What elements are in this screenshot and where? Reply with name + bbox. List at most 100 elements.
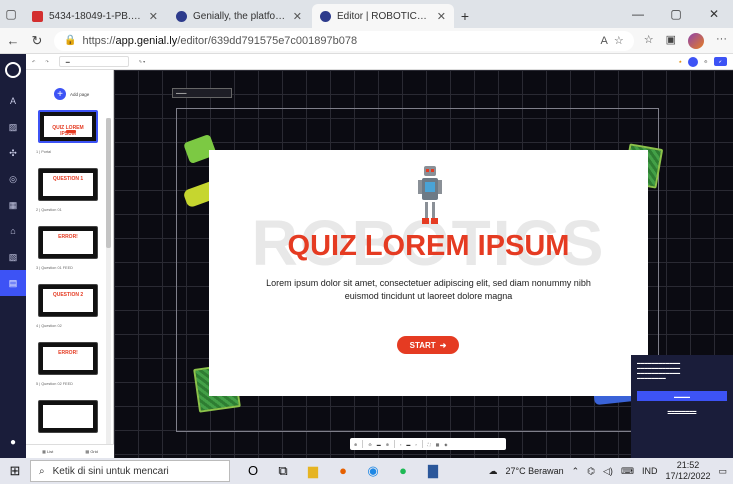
taskbar-search[interactable]: ⌕ Ketik di sini untuk mencari (30, 460, 230, 482)
thumbnail-title: QUESTION 2 (52, 292, 84, 298)
slide[interactable]: ROBOTICS QUIZ LOREM IPSUM Lorem ipsum do… (209, 150, 648, 396)
page-thumbnail[interactable] (38, 400, 98, 433)
weather-icon[interactable]: ☁ (488, 466, 497, 477)
firefox-icon[interactable]: ● (334, 463, 352, 479)
page-thumbnail[interactable]: ERROR! (38, 342, 98, 375)
tab-actions-icon[interactable]: ▢ (0, 0, 22, 28)
url-field[interactable]: 🔒 https://app.genial.ly/editor/639dd7915… (54, 30, 634, 51)
browser-tab-genially[interactable]: Genially, the platform for interac ✕ (168, 4, 310, 28)
all-set-button[interactable]: ✔ (713, 57, 727, 66)
close-icon[interactable]: ✕ (293, 10, 302, 23)
page-thumbnail[interactable]: QUESTION 1 (38, 168, 98, 201)
robot-icon (418, 166, 442, 224)
rail-insert[interactable]: ⌂ (0, 218, 26, 244)
rail-pages[interactable]: ▤ (0, 270, 26, 296)
profile-avatar[interactable] (688, 32, 704, 49)
layers-icon[interactable]: ◈ (444, 442, 447, 447)
task-view-icon[interactable]: ⧉ (274, 463, 292, 479)
rail-resources[interactable]: ✣ (0, 140, 26, 166)
next-page-icon[interactable]: › (415, 442, 416, 447)
collections-icon[interactable]: ▣ (666, 33, 676, 49)
genially-logo-icon[interactable] (5, 62, 21, 78)
project-name-field[interactable]: ▬ (58, 56, 129, 67)
address-bar: ← ↻ 🔒 https://app.genial.ly/editor/639dd… (0, 28, 733, 54)
user-avatar[interactable] (688, 56, 699, 67)
page-thumbnail[interactable]: QUESTION 2 (38, 284, 98, 317)
upgrade-link[interactable]: ★ (678, 59, 682, 64)
page-label: 3 | Question 01 FEED (36, 266, 73, 270)
editor-topbar: ↶ ↷ ▬ ✎ ▾ ★ ⚙ ✔ (26, 54, 733, 70)
keyboard-icon[interactable]: ⌨ (621, 466, 634, 477)
start-button[interactable]: START ➜ (397, 336, 459, 354)
tray-chevron-icon[interactable]: ⌃ (572, 466, 580, 477)
slide-title: QUIZ LOREM IPSUM (287, 230, 570, 262)
interactive-icon: ◎ (9, 173, 17, 184)
refresh-icon[interactable]: ↻ (30, 33, 44, 49)
pages-scrollbar[interactable] (106, 118, 111, 448)
insert-icon: ⌂ (10, 226, 16, 236)
back-icon[interactable]: ← (6, 33, 20, 48)
rail-text[interactable]: A (0, 88, 26, 114)
read-aloud-icon[interactable]: A (601, 35, 608, 47)
list-view-button[interactable]: ▦ List (42, 449, 53, 454)
page-number[interactable]: ▬ (406, 442, 410, 447)
add-page-label: Add page (70, 91, 90, 97)
browser-tab-pdf[interactable]: 5434-18049-1-PB.pdf ✕ (24, 4, 166, 28)
image-icon: ▨ (8, 121, 18, 132)
undo-icon[interactable]: ↶ (32, 59, 35, 64)
cortana-icon[interactable]: O (244, 463, 262, 479)
configure-cookies-link[interactable]: ▬▬▬▬▬▬▬▬ (637, 409, 727, 414)
word-icon[interactable]: ▇ (424, 463, 442, 479)
edge-icon[interactable]: ◉ (364, 463, 382, 479)
browser-tab-editor[interactable]: Editor | ROBOTICS QUIZ ✕ (312, 4, 454, 28)
clock-date: 17/12/2022 (665, 471, 711, 481)
file-explorer-icon[interactable]: ▆ (304, 463, 322, 479)
add-page-icon[interactable]: ⊕ (354, 442, 357, 447)
prev-page-icon[interactable]: ‹ (400, 442, 401, 447)
zoom-level[interactable]: ▬ (377, 442, 381, 447)
close-icon[interactable]: ✕ (149, 10, 158, 23)
volume-icon[interactable]: ◁) (603, 466, 613, 477)
spotify-icon[interactable]: ● (394, 463, 412, 479)
thumbnail-title: QUESTION 1 (52, 176, 84, 182)
scrollbar-grip[interactable] (106, 118, 111, 248)
weather-text[interactable]: 27°C Berawan (505, 466, 563, 476)
favorites-icon[interactable]: ☆ (644, 33, 654, 49)
zoom-out-icon[interactable]: ⊖ (368, 442, 371, 447)
grid-view-button[interactable]: ▦ Grid (85, 449, 97, 454)
tab-title: Editor | ROBOTICS QUIZ (337, 10, 431, 22)
favorite-icon[interactable]: ☆ (614, 34, 624, 47)
redo-icon[interactable]: ↷ (45, 59, 48, 64)
minimize-icon[interactable]: — (619, 0, 657, 28)
rail-background[interactable]: ▧ (0, 244, 26, 270)
grid-icon[interactable]: ▦ (436, 442, 440, 447)
page-thumbnail[interactable]: ERROR! (38, 226, 98, 259)
more-icon[interactable]: ··· (716, 33, 727, 49)
settings-icon[interactable]: ⚙ (704, 59, 708, 64)
cookie-banner: ▬▬▬▬▬▬▬▬▬▬▬▬ ▬▬▬▬▬▬▬▬▬▬▬▬ ▬▬▬▬▬▬▬▬▬▬▬▬ ▬▬▬▬… (631, 355, 733, 458)
zoom-in-icon[interactable]: ⊕ (386, 442, 389, 447)
language-indicator[interactable]: IND (642, 466, 658, 476)
windows-start-icon[interactable]: ⊞ (0, 458, 30, 484)
close-window-icon[interactable]: ✕ (695, 0, 733, 28)
edit-icon[interactable]: ✎ ▾ (139, 59, 145, 64)
close-icon[interactable]: ✕ (437, 10, 446, 23)
page-thumbnail[interactable]: QUIZ LOREM IPSUM (38, 110, 98, 143)
lock-icon: 🔒 (64, 35, 77, 46)
resources-icon: ✣ (9, 147, 17, 158)
notification-icon[interactable]: ▭ (718, 466, 727, 477)
new-tab-button[interactable]: + (454, 4, 476, 28)
clock[interactable]: 21:52 17/12/2022 (665, 460, 710, 482)
network-icon[interactable]: ⌬ (587, 466, 595, 477)
fullscreen-icon[interactable]: ⛶ (428, 442, 431, 447)
insert-field[interactable]: ▬▬▬ (172, 88, 232, 98)
rail-interactive[interactable]: ◎ (0, 166, 26, 192)
editor-canvas[interactable]: ▬▬▬ ROBOTICS QUIZ LOREM IPSUM Lorem ipsu… (114, 70, 733, 458)
maximize-icon[interactable]: ▢ (657, 0, 695, 28)
help-icon[interactable]: ● (10, 437, 16, 448)
rail-smartblocks[interactable]: ▦ (0, 192, 26, 218)
rail-image[interactable]: ▨ (0, 114, 26, 140)
add-page-button[interactable]: + Add page (54, 88, 113, 100)
window-controls: — ▢ ✕ (619, 0, 733, 28)
accept-cookies-button[interactable]: ▬▬▬▬ (637, 391, 727, 401)
